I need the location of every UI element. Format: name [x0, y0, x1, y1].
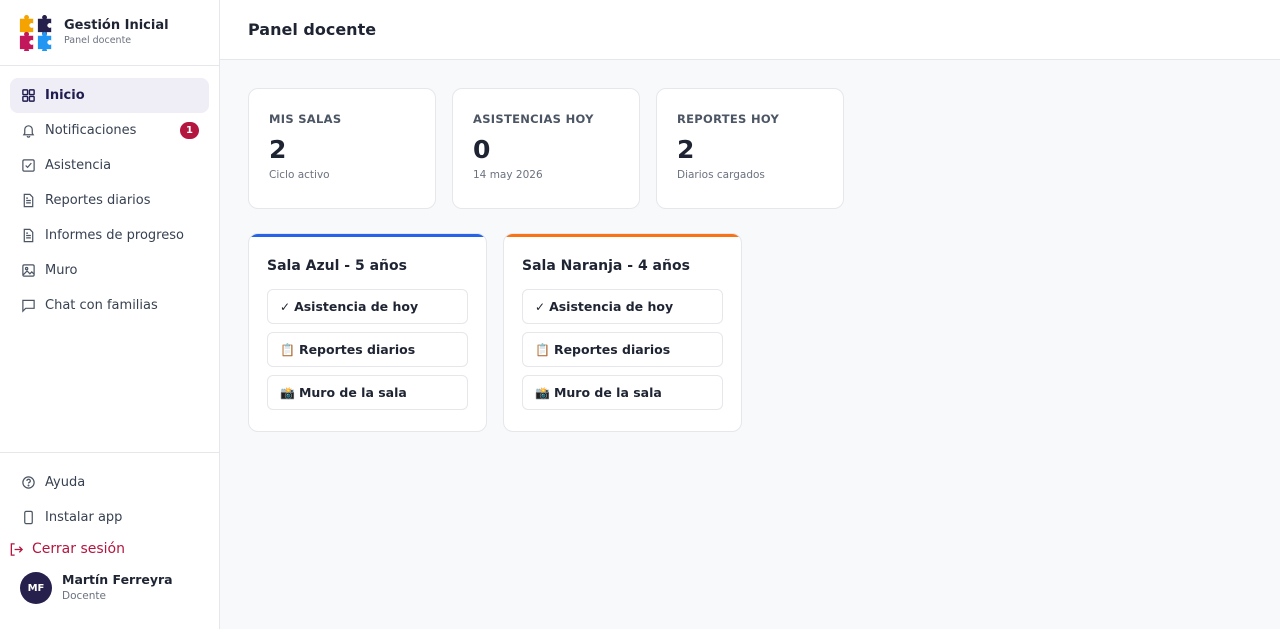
user-role: Docente: [62, 590, 106, 602]
logout-icon: [8, 541, 24, 557]
stat-value: 0: [473, 135, 491, 164]
sidebar-nav: Inicio Notificaciones 1 Asistencia Repor…: [0, 66, 219, 323]
stat-value: 2: [269, 135, 287, 164]
muro-sala-button[interactable]: 📸 Muro de la sala: [267, 375, 468, 410]
asistencia-hoy-button[interactable]: ✓ Asistencia de hoy: [267, 289, 468, 324]
clipboard-icon: 📋: [535, 342, 550, 357]
sidebar-item-inicio[interactable]: Inicio: [10, 78, 209, 113]
button-label: Muro de la sala: [298, 385, 407, 400]
stat-card-mis-salas: MIS SALAS 2 Ciclo activo: [248, 88, 436, 209]
stat-subtitle: Ciclo activo: [269, 169, 330, 181]
sala-card-naranja: Sala Naranja - 4 años ✓ Asistencia de ho…: [503, 233, 742, 432]
clipboard-icon: 📋: [280, 342, 295, 357]
camera-icon: 📸: [535, 385, 550, 400]
sala-title: Sala Azul - 5 años: [267, 258, 407, 274]
sidebar-item-informes-progreso[interactable]: Informes de progreso: [10, 218, 209, 253]
sidebar-footer: Ayuda Instalar app Cerrar sesión MF Mart…: [0, 452, 219, 605]
button-label: Reportes diarios: [298, 342, 416, 357]
check-icon: ✓: [280, 299, 291, 314]
button-label: Reportes diarios: [553, 342, 671, 357]
stat-label: MIS SALAS: [269, 112, 342, 126]
camera-icon: 📸: [280, 385, 295, 400]
muro-sala-button[interactable]: 📸 Muro de la sala: [522, 375, 723, 410]
page-title: Panel docente: [248, 20, 377, 39]
phone-icon: [20, 510, 36, 526]
sidebar-item-label: Inicio: [45, 88, 85, 103]
stat-subtitle: 14 may 2026: [473, 169, 543, 181]
brand[interactable]: Gestión Inicial Panel docente: [0, 0, 219, 66]
help-label: Ayuda: [45, 475, 86, 490]
chat-icon: [20, 298, 36, 314]
logout-button[interactable]: Cerrar sesión: [8, 535, 209, 563]
reportes-diarios-button[interactable]: 📋 Reportes diarios: [522, 332, 723, 367]
sidebar-item-label: Informes de progreso: [45, 228, 184, 243]
stat-value: 2: [677, 135, 695, 164]
reportes-diarios-button[interactable]: 📋 Reportes diarios: [267, 332, 468, 367]
install-app-link[interactable]: Instalar app: [10, 500, 209, 535]
stat-label: ASISTENCIAS HOY: [473, 112, 594, 126]
stats-row: MIS SALAS 2 Ciclo activo ASISTENCIAS HOY…: [248, 88, 860, 209]
sala-color-bar: [504, 234, 741, 237]
avatar: MF: [20, 572, 52, 604]
top-header: Panel docente: [220, 0, 1280, 60]
brand-title: Gestión Inicial: [64, 17, 169, 33]
sidebar: Gestión Inicial Panel docente Inicio Not…: [0, 0, 220, 629]
checkbox-icon: [20, 158, 36, 174]
grid-icon: [20, 88, 36, 104]
help-circle-icon: [20, 475, 36, 491]
sidebar-item-label: Notificaciones: [45, 123, 137, 138]
stat-card-reportes-hoy: REPORTES HOY 2 Diarios cargados: [656, 88, 844, 209]
stat-label: REPORTES HOY: [677, 112, 780, 126]
logout-label: Cerrar sesión: [32, 541, 125, 557]
salas-row: Sala Azul - 5 años ✓ Asistencia de hoy 📋…: [248, 233, 860, 432]
install-app-label: Instalar app: [45, 510, 123, 525]
bell-icon: [20, 123, 36, 139]
sidebar-item-chat-familias[interactable]: Chat con familias: [10, 288, 209, 323]
sidebar-item-asistencia[interactable]: Asistencia: [10, 148, 209, 183]
notification-count-badge: 1: [180, 122, 199, 139]
stat-subtitle: Diarios cargados: [677, 169, 765, 181]
user-name: Martín Ferreyra: [62, 572, 173, 587]
sala-title: Sala Naranja - 4 años: [522, 258, 690, 274]
sidebar-item-label: Reportes diarios: [45, 193, 151, 208]
brand-subtitle: Panel docente: [64, 34, 132, 46]
check-icon: ✓: [535, 299, 546, 314]
button-label: Asistencia de hoy: [294, 299, 419, 314]
help-link[interactable]: Ayuda: [10, 465, 209, 500]
button-label: Muro de la sala: [553, 385, 662, 400]
stat-card-asistencias-hoy: ASISTENCIAS HOY 0 14 may 2026: [452, 88, 640, 209]
puzzle-logo-icon: [19, 14, 52, 51]
asistencia-hoy-button[interactable]: ✓ Asistencia de hoy: [522, 289, 723, 324]
sidebar-item-notificaciones[interactable]: Notificaciones 1: [10, 113, 209, 148]
button-label: Asistencia de hoy: [549, 299, 674, 314]
image-icon: [20, 263, 36, 279]
sidebar-item-label: Muro: [45, 263, 78, 278]
document-icon: [20, 193, 36, 209]
sala-card-azul: Sala Azul - 5 años ✓ Asistencia de hoy 📋…: [248, 233, 487, 432]
sidebar-item-muro[interactable]: Muro: [10, 253, 209, 288]
sidebar-item-reportes-diarios[interactable]: Reportes diarios: [10, 183, 209, 218]
user-profile[interactable]: MF Martín Ferreyra Docente: [10, 571, 209, 605]
document-icon: [20, 228, 36, 244]
sidebar-item-label: Chat con familias: [45, 298, 158, 313]
main-content: MIS SALAS 2 Ciclo activo ASISTENCIAS HOY…: [248, 88, 860, 432]
sidebar-item-label: Asistencia: [45, 158, 112, 173]
sala-color-bar: [249, 234, 486, 237]
